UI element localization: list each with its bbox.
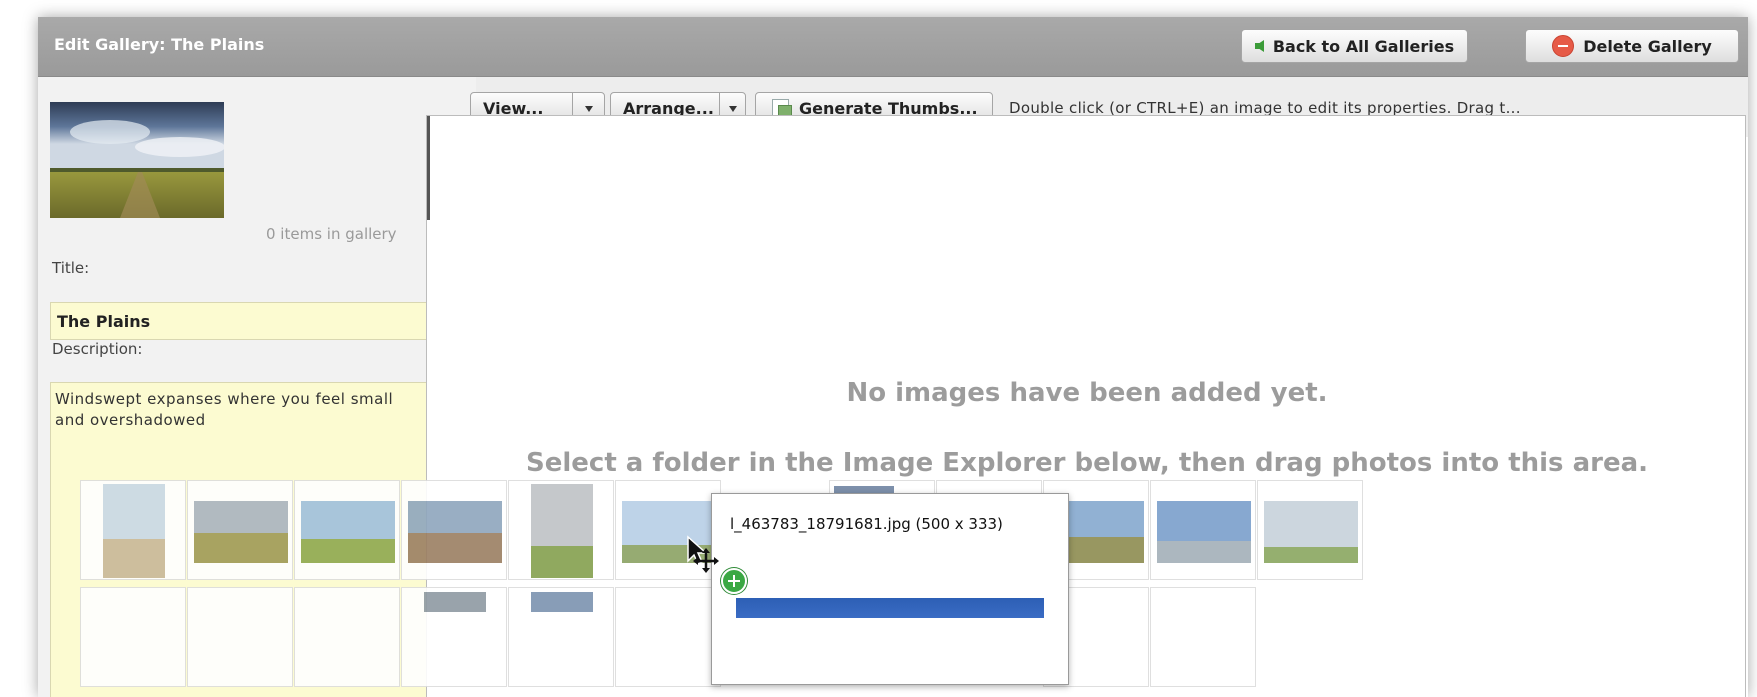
back-arrow-icon: [1254, 40, 1264, 52]
description-label: Description:: [52, 340, 143, 358]
photo-image: [424, 592, 486, 612]
title-field[interactable]: The Plains: [50, 302, 462, 340]
drag-preview-image: [736, 598, 1044, 618]
chevron-down-icon: [729, 106, 737, 112]
photo-thumbnail[interactable]: [80, 587, 186, 687]
photo-thumbnail[interactable]: [294, 587, 400, 687]
photo-thumbnail[interactable]: [187, 587, 293, 687]
chevron-down-icon: [585, 106, 593, 112]
photo-image: [408, 501, 502, 563]
title-bar: Edit Gallery: The Plains Back to All Gal…: [38, 17, 1748, 77]
description-text: Windswept expanses where you feel small …: [55, 390, 394, 429]
photo-thumbnail[interactable]: [187, 480, 293, 580]
delete-gallery-button[interactable]: Delete Gallery: [1525, 29, 1739, 63]
back-button-label: Back to All Galleries: [1272, 36, 1455, 56]
photo-image: [194, 501, 288, 563]
drag-preview-tooltip: l_463783_18791681.jpg (500 x 333): [711, 493, 1069, 685]
delete-button-label: Delete Gallery: [1583, 36, 1712, 56]
empty-message: No images have been added yet.: [846, 378, 1328, 408]
photo-image: [531, 484, 593, 578]
photo-image: [1157, 501, 1251, 563]
add-badge-icon: [721, 568, 747, 594]
empty-instructions: Select a folder in the Image Explorer be…: [526, 448, 1648, 478]
photo-thumbnail[interactable]: [508, 480, 614, 580]
scrollbar-thumb[interactable]: [427, 116, 430, 220]
title-label: Title:: [52, 259, 90, 277]
photo-thumbnail[interactable]: [1150, 587, 1256, 687]
window-title: Edit Gallery: The Plains: [54, 35, 265, 54]
photo-thumbnail[interactable]: [1150, 480, 1256, 580]
back-to-galleries-button[interactable]: Back to All Galleries: [1241, 29, 1468, 63]
photo-thumbnail[interactable]: [401, 587, 507, 687]
photo-thumbnail[interactable]: [294, 480, 400, 580]
delete-icon: [1552, 35, 1575, 57]
photo-image: [531, 592, 593, 612]
photo-image: [103, 484, 165, 578]
photo-thumbnail[interactable]: [1257, 480, 1363, 580]
gallery-cover-thumbnail[interactable]: [50, 102, 224, 218]
dragged-file-name: l_463783_18791681.jpg (500 x 333): [730, 515, 1003, 533]
photo-thumbnail[interactable]: [615, 587, 721, 687]
photo-image: [1264, 501, 1358, 563]
photo-thumbnail[interactable]: [508, 587, 614, 687]
photo-thumbnail[interactable]: [401, 480, 507, 580]
move-cursor-icon: [687, 535, 719, 573]
photo-thumbnail[interactable]: [80, 480, 186, 580]
gallery-item-count: 0 items in gallery: [266, 225, 397, 243]
photo-image: [301, 501, 395, 563]
